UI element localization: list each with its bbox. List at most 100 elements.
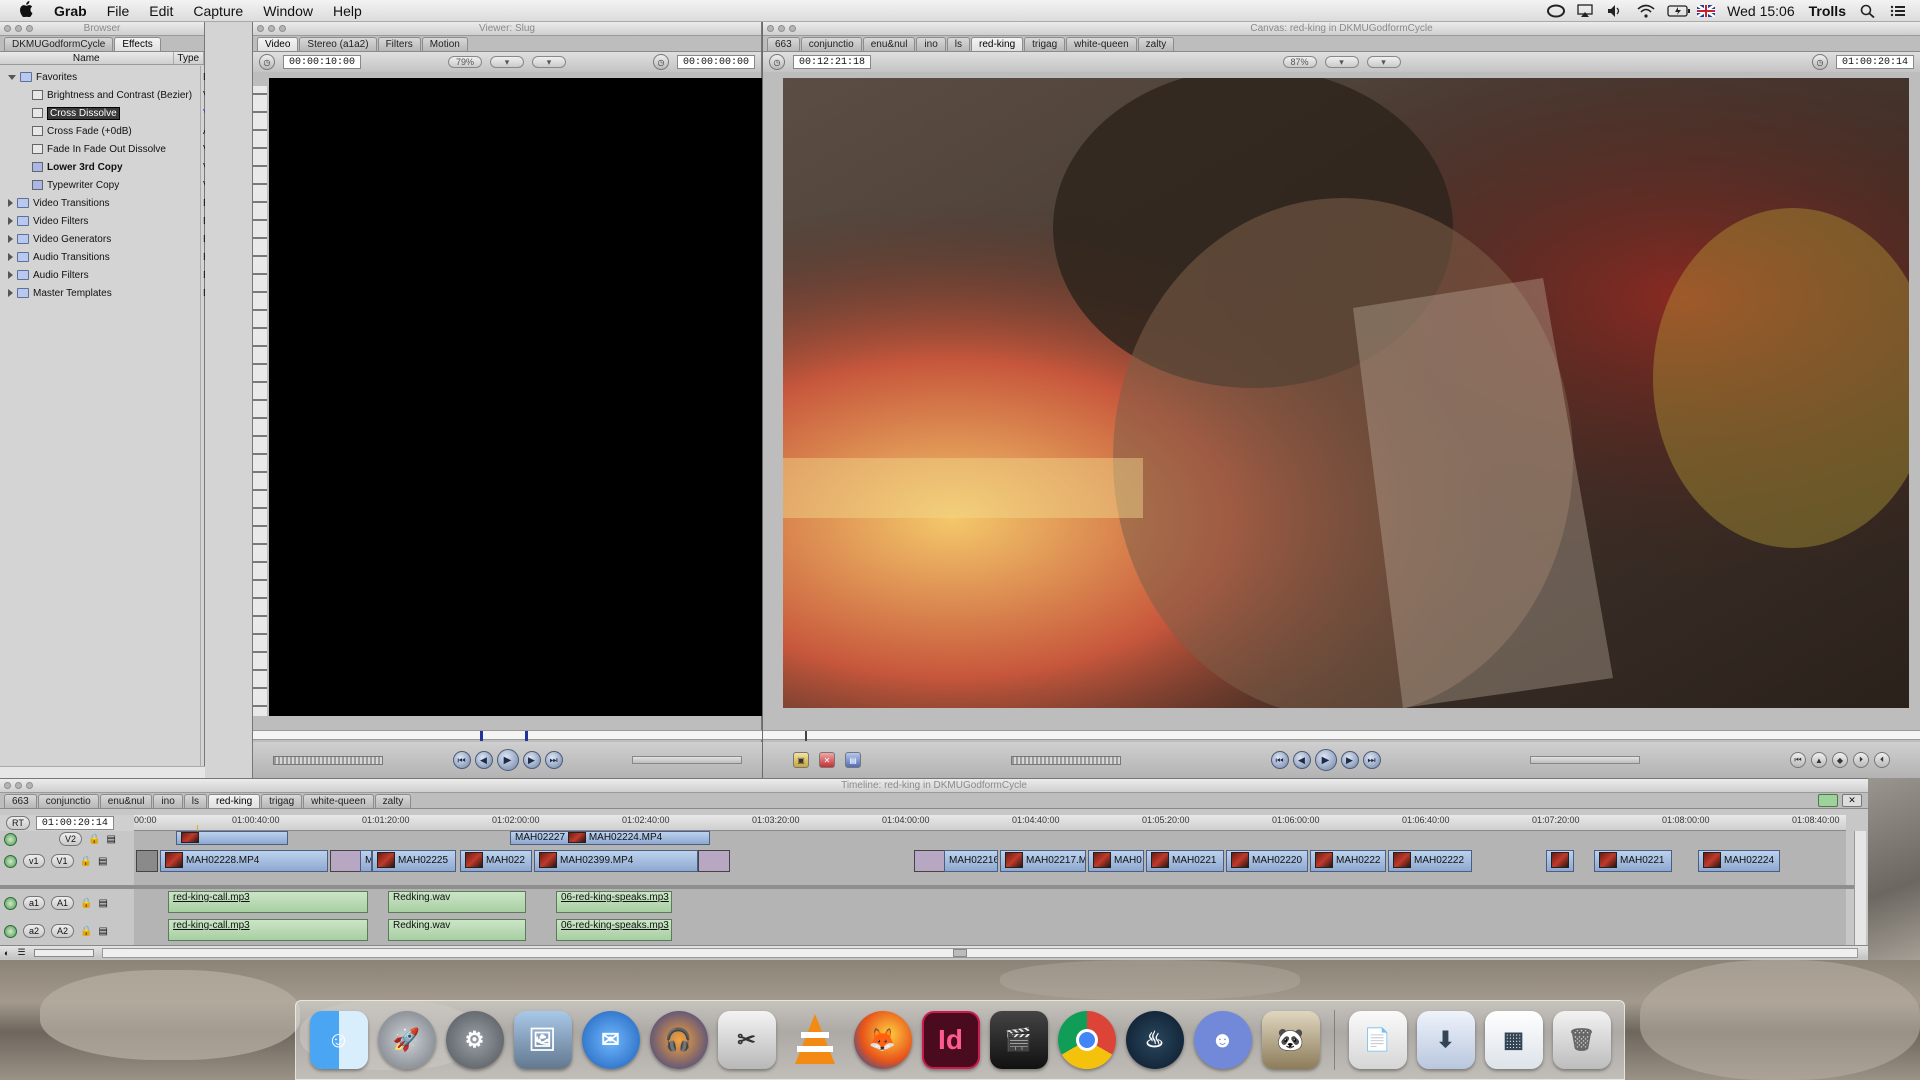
user-name[interactable]: Trolls: [1809, 3, 1846, 19]
duration-clock-icon[interactable]: ◷: [769, 54, 785, 70]
chrome-icon[interactable]: [1057, 1011, 1116, 1069]
zoom-slider[interactable]: [33, 948, 94, 957]
canvas-shuttle-control[interactable]: [1530, 756, 1641, 764]
go-to-out-button[interactable]: ⏭: [1362, 751, 1381, 769]
app-menu[interactable]: Grab: [44, 3, 97, 19]
scroll-thumb[interactable]: [952, 948, 967, 957]
timeline-clip[interactable]: M: [360, 850, 372, 872]
timeline-clip[interactable]: MAH02217.M: [1000, 850, 1086, 872]
disclosure-triangle-icon[interactable]: [8, 74, 16, 80]
list-item-audio-filters[interactable]: Audio Filters Bin: [0, 266, 217, 284]
preview-icon[interactable]: 🖼: [513, 1011, 572, 1069]
downloads-icon[interactable]: ⬇: [1416, 1011, 1475, 1069]
column-name[interactable]: Name: [0, 52, 174, 64]
list-item-brightness[interactable]: Brightness and Contrast (Bezier) Video F…: [0, 86, 240, 104]
menu-capture[interactable]: Capture: [183, 3, 253, 19]
tab-conjunctio[interactable]: conjunctio: [800, 37, 862, 51]
step-forward-button[interactable]: ▶: [522, 751, 541, 769]
step-back-button[interactable]: ◀: [474, 751, 493, 769]
replace-edit-button[interactable]: ▤: [845, 752, 861, 768]
auto-select-icon[interactable]: ▤: [98, 898, 107, 909]
audio-clip[interactable]: 06-red-king-speaks.mp3: [556, 919, 672, 941]
viewer-duration[interactable]: 00:00:10:00: [283, 55, 362, 69]
list-item-video-filters[interactable]: Video Filters Bin: [0, 212, 217, 230]
tab-conjunctio[interactable]: conjunctio: [37, 794, 99, 808]
tab-zalty[interactable]: zalty: [1137, 37, 1175, 51]
canvas-overlay-popup[interactable]: ▾: [1366, 56, 1401, 68]
play-button[interactable]: ▶: [1314, 749, 1337, 771]
source-control-a2[interactable]: A2: [51, 924, 75, 938]
steam-icon[interactable]: ♨: [1125, 1011, 1184, 1069]
timeline-clip[interactable]: [176, 831, 288, 845]
viewer-jog-control[interactable]: [273, 755, 383, 765]
creative-cloud-icon[interactable]: [1547, 4, 1566, 18]
source-control-v1[interactable]: V1: [50, 854, 74, 868]
window-controls[interactable]: [4, 782, 33, 789]
tab-enu-nul[interactable]: enu&nul: [862, 37, 916, 51]
vertical-scrollbar[interactable]: [1854, 831, 1866, 945]
insert-edit-button[interactable]: ▣: [793, 752, 809, 768]
timeline-clip[interactable]: MAH02216: [944, 850, 998, 872]
transition-marker-icon[interactable]: [136, 850, 158, 872]
duration-clock-icon[interactable]: ◷: [259, 54, 275, 70]
tab-ls[interactable]: ls: [183, 794, 208, 808]
timeline-clip[interactable]: [1546, 850, 1574, 872]
audio-clip[interactable]: 06-red-king-speaks.mp3: [556, 891, 672, 913]
lock-icon[interactable]: 🔒: [80, 898, 92, 909]
play-button[interactable]: ▶: [496, 749, 519, 771]
lock-icon[interactable]: 🔒: [80, 856, 92, 867]
rt-menu[interactable]: RT: [6, 816, 30, 830]
list-item-fade-in-fade-out[interactable]: Fade In Fade Out Dissolve Video T: [0, 140, 237, 158]
current-clock-icon[interactable]: ◷: [652, 54, 669, 70]
apple-menu-icon[interactable]: [0, 0, 44, 21]
timeline-timecode[interactable]: 01:00:20:14: [35, 816, 114, 830]
viewer-video-screen[interactable]: [269, 78, 762, 716]
tab-enu-nul[interactable]: enu&nul: [99, 794, 153, 808]
document-icon[interactable]: 📄: [1348, 1011, 1407, 1069]
auto-select-icon[interactable]: ▤: [98, 926, 107, 937]
tab-663[interactable]: 663: [4, 794, 37, 808]
viewer-scrubber[interactable]: [253, 730, 762, 741]
transition-marker-icon[interactable]: [698, 850, 730, 872]
list-item-favorites[interactable]: Favorites Bin: [0, 68, 217, 86]
track-visibility-icon[interactable]: [4, 854, 17, 868]
timeline-clip[interactable]: MAH02227 MAH02224.MP4: [510, 831, 710, 845]
viewer-shuttle-control[interactable]: [632, 756, 742, 764]
track-audible-icon[interactable]: [4, 896, 17, 910]
scissors-icon[interactable]: ✂: [717, 1011, 776, 1069]
clock[interactable]: Wed 15:06: [1727, 3, 1794, 19]
timeline-clip[interactable]: MAH0221: [1594, 850, 1672, 872]
timeline-clip[interactable]: MAH0: [1088, 850, 1144, 872]
audio-clip[interactable]: red-king-call.mp3: [168, 919, 368, 941]
tab-white-queen[interactable]: white-queen: [1066, 37, 1137, 51]
canvas-scrubber[interactable]: [763, 730, 1920, 741]
window-controls[interactable]: [767, 25, 796, 32]
viewer-view-popup[interactable]: ▾: [490, 56, 524, 68]
disclosure-triangle-icon[interactable]: [8, 235, 13, 243]
auto-select-icon[interactable]: ▤: [98, 856, 107, 867]
step-forward-button[interactable]: ▶: [1340, 751, 1359, 769]
list-item-master-templates[interactable]: Master Templates Bin: [0, 284, 217, 302]
timeline-clip[interactable]: MAH02399.MP4: [534, 850, 698, 872]
in-point-marker-icon[interactable]: [480, 731, 483, 741]
current-clock-icon[interactable]: ◷: [1811, 54, 1828, 70]
tab-stereo[interactable]: Stereo (a1a2): [299, 37, 377, 51]
list-item-lower-3rd-copy[interactable]: Lower 3rd Copy Video G: [0, 158, 239, 176]
thunderbird-icon[interactable]: ✉: [581, 1011, 640, 1069]
tab-red-king[interactable]: red-king: [208, 794, 261, 808]
list-item-typewriter-copy[interactable]: Typewriter Copy Video G: [0, 176, 239, 194]
tab-video[interactable]: Video: [257, 37, 299, 51]
source-control-a1[interactable]: A1: [51, 896, 75, 910]
dest-control-a2[interactable]: a2: [23, 924, 46, 938]
disclosure-triangle-icon[interactable]: [8, 271, 13, 279]
canvas-view-popup[interactable]: ▾: [1324, 56, 1359, 68]
timeline-clip[interactable]: MAH0222: [1310, 850, 1386, 872]
system-preferences-icon[interactable]: ⚙: [445, 1011, 504, 1069]
canvas-zoom-popup[interactable]: 87%: [1282, 56, 1317, 68]
track-audible-icon[interactable]: [4, 924, 17, 938]
list-item-audio-transitions[interactable]: Audio Transitions Bin: [0, 248, 217, 266]
input-source-flag-icon[interactable]: [1696, 3, 1716, 18]
timeline-ruler[interactable]: 00:00 01:00:40:00 01:01:20:00 01:02:00:0…: [134, 815, 1846, 831]
lock-icon[interactable]: 🔒: [88, 834, 100, 845]
track-divider[interactable]: [0, 885, 1860, 889]
